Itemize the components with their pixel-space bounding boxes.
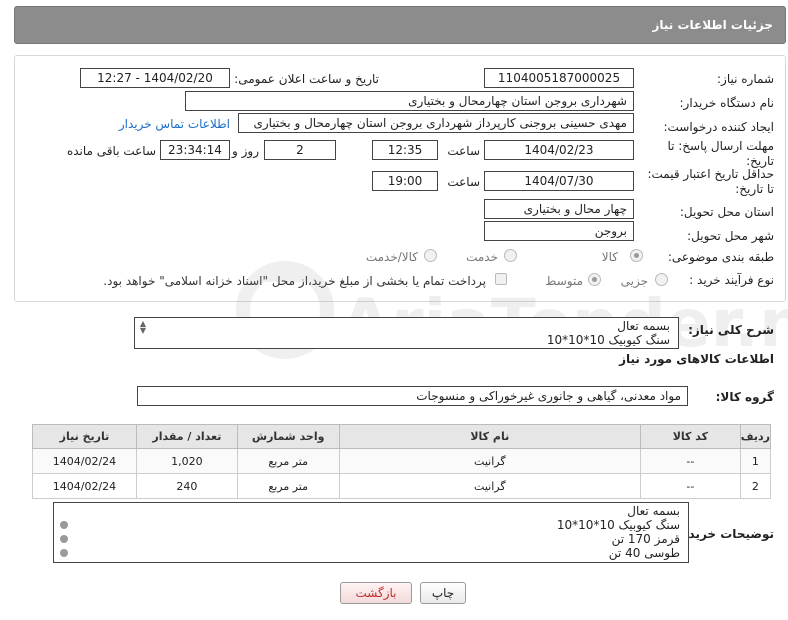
process-radio-medium[interactable] (588, 273, 601, 286)
table-row[interactable]: 2 -- گرانیت متر مربع 240 1404/02/24 (32, 473, 772, 499)
price-deadline-label: حداقل تاریخ اعتبار قیمت: تا تاریخ: (647, 167, 774, 196)
col-name: نام کالا (338, 424, 641, 449)
buyer-contact-link[interactable]: اطلاعات تماس خریدار (119, 117, 230, 131)
goods-table: ردیف کد کالا نام کالا واحد شمارش تعداد /… (32, 424, 772, 499)
col-date: تاریخ نیاز (32, 424, 137, 449)
creator-field[interactable]: مهدی حسینی بروجنی کارپرداز شهرداری بروجن… (238, 113, 634, 133)
cell-date: 1404/02/24 (32, 448, 137, 474)
page-title: جزئیات اطلاعات نیاز (652, 18, 773, 32)
need-number-label: شماره نیاز: (717, 72, 774, 86)
send-date-field[interactable]: 1404/02/23 (484, 140, 634, 160)
send-time-field[interactable]: 12:35 (372, 140, 438, 160)
days-label: روز و (232, 144, 259, 158)
page: جزئیات اطلاعات نیاز شماره نیاز: 11040051… (0, 0, 788, 620)
title-bar: جزئیات اطلاعات نیاز (14, 6, 786, 44)
remaining-label: ساعت باقی مانده (66, 144, 156, 158)
send-deadline-label: مهلت ارسال پاسخ: تا تاریخ: (667, 139, 774, 168)
category-service-label: خدمت (466, 250, 498, 264)
payment-note: پرداخت تمام یا بخشی از مبلغ خرید،از محل … (103, 274, 486, 288)
goods-group-field[interactable]: مواد معدنی، گیاهی و جانوری غیرخوراکی و م… (137, 386, 688, 406)
cell-qty: 1,020 (135, 448, 238, 474)
cell-code: -- (639, 473, 741, 499)
cell-name: گرانیت (338, 473, 641, 499)
payment-checkbox[interactable] (495, 273, 507, 285)
cell-unit: متر مربع (236, 473, 340, 499)
goods-group-label: گروه کالا: (715, 390, 774, 404)
print-button[interactable]: چاپ (420, 582, 466, 604)
description-label: شرح کلی نیاز: (688, 323, 774, 337)
buyer-notes-line-4: طوسی 40 تن (608, 546, 680, 560)
description-scroll-arrows[interactable]: ▲ ▼ (137, 320, 149, 335)
price-time-label: ساعت (447, 175, 480, 189)
category-radio-goods[interactable] (630, 249, 643, 262)
province-label: استان محل تحویل: (679, 205, 774, 219)
process-medium-label: متوسط (545, 274, 583, 288)
cell-qty: 240 (135, 473, 238, 499)
cell-unit: متر مربع (236, 448, 340, 474)
price-date-field[interactable]: 1404/07/30 (484, 171, 634, 191)
col-qty: تعداد / مقدار (135, 424, 238, 449)
description-line-1: بسمه تعال (617, 319, 670, 333)
category-goods-service-label: کالا/خدمت (365, 250, 418, 264)
remaining-time-field[interactable]: 23:34:14 (160, 140, 230, 160)
category-label: طبقه بندی موضوعی: (667, 250, 774, 264)
process-radio-minor[interactable] (655, 273, 668, 286)
buyer-org-label: نام دستگاه خریدار: (679, 96, 775, 110)
buyer-notes-scroll-dots[interactable] (58, 521, 68, 562)
col-code: کد کالا (639, 424, 741, 449)
announce-field[interactable]: 1404/02/20 - 12:27 (80, 68, 230, 88)
creator-label: ایجاد کننده درخواست: (663, 120, 774, 134)
back-button[interactable]: بازگشت (340, 582, 412, 604)
buyer-org-field[interactable]: شهرداری بروجن استان چهارمحال و بختیاری (185, 91, 634, 111)
table-row[interactable]: 1 -- گرانیت متر مربع 1,020 1404/02/24 (32, 448, 772, 474)
col-unit: واحد شمارش (236, 424, 340, 449)
cell-row: 1 (739, 448, 772, 474)
city-label: شهر محل تحویل: (687, 229, 774, 243)
process-minor-label: جزیی (620, 274, 648, 288)
process-label: نوع فرآیند خرید : (689, 273, 774, 287)
category-radio-goods-service[interactable] (424, 249, 437, 262)
goods-section-title: اطلاعات کالاهای مورد نیاز (619, 352, 774, 366)
buyer-notes-line-3: قرمز 170 تن (611, 532, 680, 546)
category-goods-label: کالا (601, 250, 618, 264)
category-radio-service[interactable] (504, 249, 517, 262)
price-time-field[interactable]: 19:00 (372, 171, 438, 191)
goods-table-header: ردیف کد کالا نام کالا واحد شمارش تعداد /… (32, 424, 772, 449)
send-time-label: ساعت (447, 144, 480, 158)
cell-date: 1404/02/24 (32, 473, 137, 499)
days-field[interactable]: 2 (264, 140, 336, 160)
city-field[interactable]: بروجن (484, 221, 634, 241)
need-number-field[interactable]: 1104005187000025 (484, 68, 634, 88)
description-textarea[interactable]: ▲ ▼ بسمه تعال سنگ کیوبیک 10*10*10 (134, 317, 679, 349)
description-line-2: سنگ کیوبیک 10*10*10 (546, 333, 670, 347)
buyer-notes-textarea[interactable]: بسمه تعال سنگ کیوبیک 10*10*10 قرمز 170 ت… (53, 502, 689, 563)
col-row: ردیف (739, 424, 772, 449)
cell-row: 2 (739, 473, 772, 499)
buyer-notes-line-2: سنگ کیوبیک 10*10*10 (556, 518, 680, 532)
cell-code: -- (639, 448, 741, 474)
announce-label: تاریخ و ساعت اعلان عمومی: (234, 72, 379, 86)
province-field[interactable]: چهار محال و بختیاری (484, 199, 634, 219)
cell-name: گرانیت (338, 448, 641, 474)
buyer-notes-line-1: بسمه تعال (627, 504, 680, 518)
